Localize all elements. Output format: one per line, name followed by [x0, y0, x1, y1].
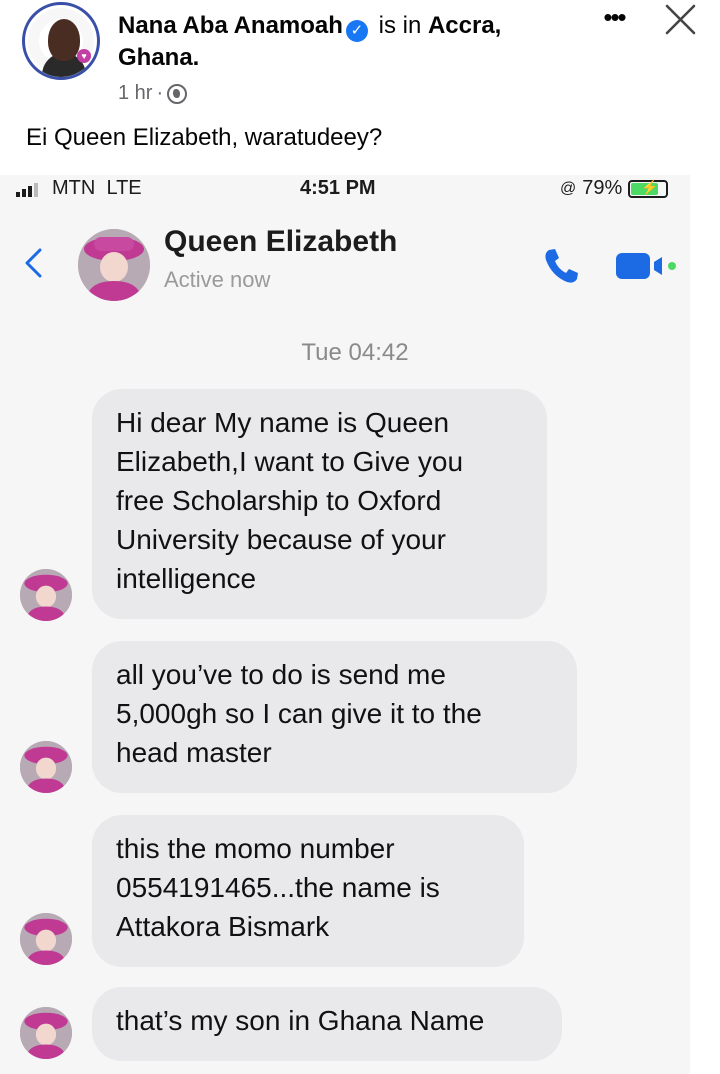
message-line: Hi dear My name is Queen: [116, 407, 450, 438]
facebook-post: ♥ Nana Aba Anamoah ✓ is in Accra, Ghana. …: [0, 0, 720, 1074]
chat-timestamp: Tue 04:42: [301, 339, 409, 366]
message-bubble[interactable]: this the momo number 0554191465...the na…: [92, 815, 524, 967]
chat-header: Queen Elizabeth Active now: [0, 215, 690, 305]
author-avatar[interactable]: ♥: [22, 2, 100, 80]
sender-avatar[interactable]: [20, 1007, 72, 1059]
carrier-name: MTN LTE: [52, 177, 142, 199]
message-line: all you’ve to do is send me: [116, 659, 446, 690]
signal-icon: [16, 183, 38, 197]
message-line: 0554191465...the name is: [116, 872, 440, 903]
post-author-line: Nana Aba Anamoah ✓ is in Accra, Ghana.: [118, 10, 578, 74]
battery-icon: ⚡: [628, 178, 669, 198]
heart-icon: ♥: [77, 49, 91, 63]
status-time: 4:51 PM: [300, 177, 376, 199]
message-line: intelligence: [116, 563, 257, 594]
message-bubble[interactable]: all you’ve to do is send me 5,000gh so I…: [92, 641, 577, 793]
message-line: University because of your: [116, 524, 446, 555]
post-text: Ei Queen Elizabeth, waratudeey?: [26, 124, 383, 151]
message-line: this the momo number: [116, 833, 395, 864]
lock-rotation-icon: @: [560, 179, 577, 197]
battery-percent: 79%: [582, 177, 623, 199]
contact-status: Active now: [164, 267, 271, 292]
message-line: head master: [116, 737, 272, 768]
author-name[interactable]: Nana Aba Anamoah: [118, 12, 343, 39]
network-type: LTE: [106, 177, 142, 199]
contact-avatar[interactable]: [78, 229, 150, 301]
checkin-prefix: is in: [378, 12, 422, 39]
meta-separator: ·: [156, 82, 164, 104]
phone-icon[interactable]: [540, 245, 582, 287]
message-line: free Scholarship to Oxford: [116, 485, 442, 516]
location-country[interactable]: Ghana.: [118, 44, 199, 71]
charging-bolt-icon: ⚡: [641, 178, 659, 195]
back-chevron-icon[interactable]: [22, 247, 44, 279]
globe-icon[interactable]: [167, 83, 188, 104]
video-camera-icon[interactable]: [614, 247, 680, 285]
contact-name[interactable]: Queen Elizabeth: [164, 225, 397, 259]
message-line: that’s my son in Ghana Name: [116, 1005, 485, 1036]
battery-status: @ 79% ⚡: [560, 177, 669, 200]
verified-badge-icon: ✓: [345, 20, 368, 42]
more-icon[interactable]: •••: [594, 2, 634, 32]
message-line: 5,000gh so I can give it to the: [116, 698, 482, 729]
post-meta: 1 hr ·: [118, 82, 188, 105]
message-line: Attakora Bismark: [116, 911, 330, 942]
post-time[interactable]: 1 hr: [118, 82, 152, 105]
sender-avatar[interactable]: [20, 569, 72, 621]
sender-avatar[interactable]: [20, 741, 72, 793]
status-bar: MTN LTE 4:51 PM @ 79% ⚡: [0, 175, 690, 205]
avatar-face: [48, 19, 80, 61]
close-icon[interactable]: [660, 0, 700, 40]
location-name[interactable]: Accra,: [428, 12, 501, 39]
message-line: Elizabeth,I want to Give you: [116, 446, 464, 477]
message-bubble[interactable]: that’s my son in Ghana Name: [92, 987, 562, 1061]
sender-avatar[interactable]: [20, 913, 72, 965]
message-bubble[interactable]: Hi dear My name is Queen Elizabeth,I wan…: [92, 389, 547, 619]
screenshot-border: [690, 175, 720, 1074]
messenger-screenshot[interactable]: MTN LTE 4:51 PM @ 79% ⚡ Queen Elizabeth …: [0, 175, 690, 1074]
